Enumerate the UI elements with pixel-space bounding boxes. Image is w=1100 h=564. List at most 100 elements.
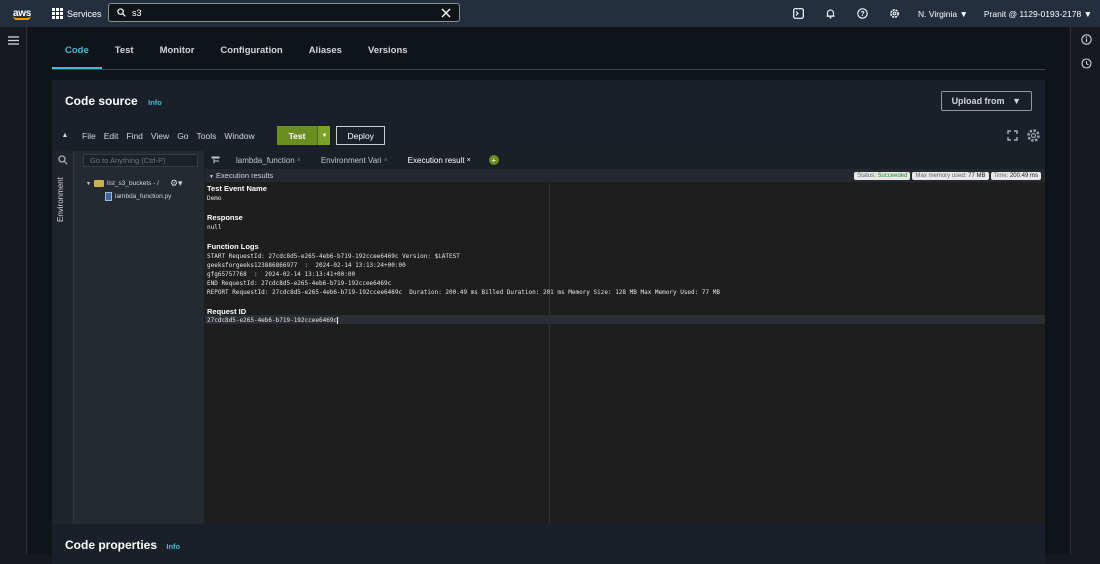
search-box <box>108 3 460 22</box>
code-source-info-link[interactable]: Info <box>148 98 162 107</box>
settings-gear-icon[interactable] <box>878 0 910 27</box>
output-divider <box>549 183 550 538</box>
menu-window[interactable]: Window <box>220 131 258 141</box>
file-row[interactable]: lambda_function.py <box>105 192 171 201</box>
folder-name: list_s3_buckets - / <box>106 180 159 187</box>
editor-tab-lambda-function[interactable]: lambda_function × <box>226 151 311 169</box>
response-value: null <box>207 224 222 231</box>
log-line: END RequestId: 27cdc8d5-e265-4eb6-b719-1… <box>207 280 392 287</box>
response-title: Response <box>207 213 243 222</box>
info-panel-icon[interactable] <box>1071 27 1100 51</box>
environment-sidebar: Environment Go to Anything (Ctrl-P) ▼ li… <box>52 151 204 538</box>
test-button[interactable]: Test <box>276 126 318 145</box>
editor-tab-execution-results[interactable]: Execution result × <box>398 151 481 169</box>
services-menu-button[interactable]: Services <box>52 0 102 27</box>
menu-go[interactable]: Go <box>173 131 192 141</box>
function-logs-title: Function Logs <box>207 242 259 251</box>
menu-edit[interactable]: Edit <box>100 131 123 141</box>
menu-tools[interactable]: Tools <box>193 131 221 141</box>
editor-tab-label: Execution result <box>407 155 465 165</box>
editor-tab-bar: lambda_function × Environment Vari × Exe… <box>205 151 1045 169</box>
right-rail <box>1070 27 1100 554</box>
file-name: lambda_function.py <box>115 193 172 200</box>
environment-tab-label[interactable]: Environment <box>56 175 65 225</box>
request-id-title: Request ID <box>207 307 247 316</box>
code-source-title: Code source <box>65 94 138 108</box>
hamburger-menu-icon[interactable] <box>0 28 27 52</box>
cloudshell-icon[interactable] <box>782 0 814 27</box>
test-dropdown-icon[interactable]: ▼ <box>317 126 331 145</box>
top-right-controls: ? N. Virginia ▼ Pranit @ 1129-0193-2178 … <box>782 0 1100 27</box>
add-tab-icon[interactable]: + <box>488 155 499 165</box>
close-tab-icon[interactable]: × <box>467 157 471 164</box>
notifications-bell-icon[interactable] <box>814 0 846 27</box>
execution-results-toggle[interactable]: ▼ Execution results <box>209 171 273 180</box>
editor-area: lambda_function × Environment Vari × Exe… <box>205 151 1045 538</box>
execution-output[interactable]: Test Event Name Demo Response null Funct… <box>205 183 1045 538</box>
top-nav-bar: aws Services ? N. Virginia ▼ Pranit @ 11 <box>0 0 1100 27</box>
code-properties-title: Code properties <box>65 538 158 552</box>
request-id-value: 27cdc8d5-e265-4eb6-b719-192ccee6469c <box>207 317 339 324</box>
tab-list-icon[interactable] <box>205 151 226 169</box>
editor-tab-label: Environment Vari <box>320 155 382 165</box>
code-source-panel: Code source Info Upload from ▼ ▲ File Ed… <box>52 80 1045 538</box>
tab-versions[interactable]: Versions <box>355 39 421 69</box>
editor-tab-label: lambda_function <box>236 155 295 165</box>
region-label: N. Virginia <box>918 8 958 19</box>
code-source-header: Code source Info Upload from ▼ <box>52 80 1045 122</box>
close-tab-icon[interactable]: × <box>297 157 301 164</box>
test-event-title: Test Event Name <box>207 184 267 193</box>
close-tab-icon[interactable]: × <box>384 157 388 164</box>
aws-logo[interactable]: aws <box>0 0 44 27</box>
chevron-down-icon: ▼ <box>1083 8 1092 19</box>
folder-row[interactable]: ▼ list_s3_buckets - / ⚙▾ <box>86 178 183 189</box>
code-properties-panel: Code properties Info <box>52 524 1045 564</box>
editor-tab-environment-vars[interactable]: Environment Vari × <box>311 151 398 169</box>
log-line: START RequestId: 27cdc8d5-e265-4eb6-b719… <box>207 253 460 260</box>
svg-text:?: ? <box>860 11 864 18</box>
main-content: Code Test Monitor Configuration Aliases … <box>28 27 1069 564</box>
goto-anything-input[interactable]: Go to Anything (Ctrl-P) <box>83 154 198 167</box>
code-properties-info-link[interactable]: Info <box>166 542 180 551</box>
code-properties-heading: Code properties Info <box>65 538 180 552</box>
fullscreen-icon[interactable] <box>1007 130 1018 141</box>
test-event-value: Demo <box>207 195 222 202</box>
search-input[interactable] <box>132 7 441 18</box>
history-icon[interactable] <box>1071 51 1100 75</box>
collapse-triangle-icon[interactable]: ▲ <box>52 132 78 139</box>
tab-aliases[interactable]: Aliases <box>296 39 355 69</box>
status-label: Status: <box>857 172 876 179</box>
log-line: REPORT RequestId: 27cdc8d5-e265-4eb6-b71… <box>207 289 720 296</box>
gear-icon[interactable]: ⚙▾ <box>170 178 183 189</box>
left-rail <box>0 27 27 554</box>
ide-toolbar: ▲ File Edit Find View Go Tools Window Te… <box>52 122 1045 149</box>
search-icon[interactable] <box>58 155 68 168</box>
caret-down-icon: ▼ <box>1007 96 1021 106</box>
account-menu[interactable]: Pranit @ 1129-0193-2178 ▼ <box>976 9 1100 19</box>
memory-value: 77 MB <box>968 172 986 179</box>
menu-file[interactable]: File <box>78 131 100 141</box>
help-icon[interactable]: ? <box>846 0 878 27</box>
deploy-button[interactable]: Deploy <box>336 126 385 145</box>
menu-find[interactable]: Find <box>122 131 147 141</box>
upload-from-label: Upload from <box>951 96 1005 106</box>
clear-search-icon[interactable] <box>441 8 451 18</box>
execution-results-label: Execution results <box>216 171 274 180</box>
services-label: Services <box>67 8 102 19</box>
caret-down-icon: ▼ <box>209 174 214 180</box>
menu-view[interactable]: View <box>147 131 173 141</box>
upload-from-button[interactable]: Upload from ▼ <box>940 91 1032 111</box>
tab-test[interactable]: Test <box>102 39 147 69</box>
memory-badge: Max memory used: 77 MB <box>912 171 989 180</box>
log-line: geeksforgeeks123886866977 : 2024-02-14 1… <box>207 262 406 269</box>
memory-label: Max memory used: <box>915 172 967 179</box>
execution-results-header: ▼ Execution results Status: Succeeded Ma… <box>205 169 1045 182</box>
tab-code[interactable]: Code <box>52 39 102 69</box>
status-value: Succeeded <box>877 172 908 179</box>
region-selector[interactable]: N. Virginia ▼ <box>910 9 976 19</box>
account-label: Pranit @ 1129-0193-2178 <box>983 8 1082 19</box>
tab-monitor[interactable]: Monitor <box>147 39 208 69</box>
preferences-gear-icon[interactable] <box>1026 128 1041 143</box>
tab-configuration[interactable]: Configuration <box>207 39 295 69</box>
function-tabs: Code Test Monitor Configuration Aliases … <box>52 39 421 69</box>
